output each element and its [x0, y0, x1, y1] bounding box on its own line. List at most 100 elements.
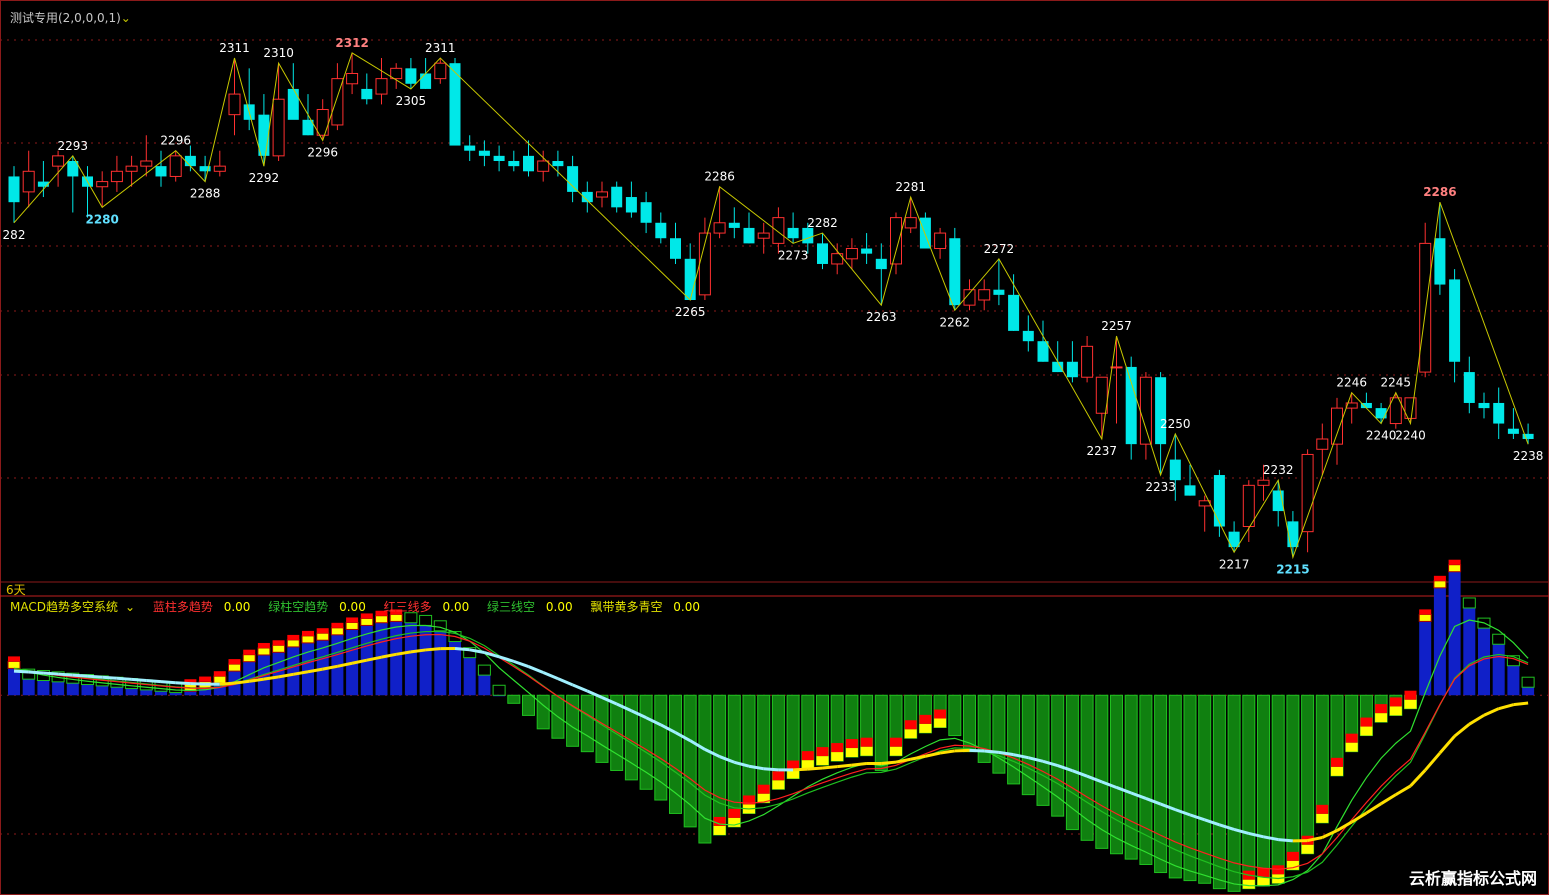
macd-cap-red: [845, 739, 858, 749]
candle-down: [611, 186, 623, 208]
macd-cap-green: [477, 664, 491, 676]
macd-cap-yellow: [890, 746, 902, 756]
candle-down: [728, 222, 740, 228]
macd-cap-red: [331, 622, 344, 628]
chevron-down-icon[interactable]: ⌄: [121, 11, 131, 25]
candle-down: [670, 238, 681, 259]
macd-ribbon-segment: [763, 767, 779, 772]
macd-bar-negative: [874, 694, 888, 771]
pivot-label: 2238: [1513, 449, 1544, 463]
candle-down: [625, 197, 637, 213]
pivot-label: 2305: [396, 94, 427, 108]
macd-bar-positive: [66, 683, 79, 696]
macd-header[interactable]: MACD趋势多空系统 ⌄ 蓝柱多趋势 0.00 绿柱空趋势 0.00 红三线多 0…: [10, 598, 714, 615]
macd-ribbon-segment: [102, 675, 118, 680]
macd-bar-negative: [1286, 694, 1300, 871]
macd-cap-yellow: [904, 729, 917, 739]
candle-up: [52, 155, 65, 167]
macd-bar-negative: [1051, 694, 1065, 817]
macd-cap-red: [346, 617, 359, 623]
macd-ribbon-segment: [793, 767, 808, 772]
macd-cap-yellow: [301, 635, 315, 644]
indicator-title[interactable]: 测试专用(2,0,0,0,1): [10, 11, 121, 25]
macd-cap-yellow: [1375, 713, 1388, 723]
indicator-header[interactable]: 测试专用(2,0,0,0,1)⌄: [10, 9, 131, 26]
pivot-label: 2257: [1101, 319, 1132, 333]
macd-bar-negative: [1007, 694, 1021, 785]
macd-cap-yellow: [228, 663, 241, 672]
candle-up: [316, 109, 329, 136]
macd-ribbon-segment: [13, 669, 29, 674]
macd-cap-red: [1286, 851, 1299, 861]
macd-cap-green: [1462, 597, 1476, 609]
candle-down: [875, 258, 887, 270]
candle-down: [567, 166, 579, 192]
candle-down: [1008, 294, 1020, 331]
macd-ribbon-segment: [1498, 703, 1514, 711]
candle-up: [22, 170, 35, 193]
macd-cap-red: [787, 760, 800, 770]
candle-down: [493, 155, 505, 161]
macd-bar-negative: [683, 694, 697, 828]
macd-ribbon-segment: [87, 674, 103, 679]
macd-ribbon-segment: [527, 665, 544, 674]
macd-ribbon-segment: [984, 749, 1000, 754]
macd-bar-positive: [419, 625, 432, 696]
pivot-label: 2288: [190, 187, 221, 201]
macd-cap-red: [757, 784, 770, 794]
macd-cap-yellow: [286, 639, 300, 648]
candle-down: [1184, 485, 1196, 496]
candle-down: [993, 289, 1005, 295]
pivot-label: 2311: [219, 41, 250, 55]
macd-cap-red: [1433, 575, 1446, 581]
macd-bar-negative: [1110, 694, 1123, 855]
pivot-label: 2286: [1423, 185, 1456, 199]
macd-cap-red: [8, 656, 20, 662]
candle-up: [272, 98, 285, 157]
candle-up: [1257, 479, 1270, 486]
macd-bar-negative: [1154, 694, 1168, 874]
candle-up: [110, 170, 123, 183]
macd-cap-yellow: [1301, 844, 1314, 854]
macd-cap-yellow: [1404, 699, 1417, 709]
macd-cap-yellow: [345, 621, 359, 630]
candle-down: [405, 68, 417, 84]
macd-ribbon-segment: [57, 672, 73, 677]
macd-cap-yellow: [316, 632, 330, 641]
macd-ribbon-segment: [1438, 735, 1456, 755]
pivot-label: 2293: [58, 139, 89, 153]
macd-cap-red: [1257, 867, 1270, 877]
macd-cap-red: [816, 747, 829, 757]
macd-title[interactable]: MACD趋势多空系统 ⌄: [10, 600, 142, 614]
pivot-label: 2312: [335, 36, 368, 50]
macd-cap-yellow: [713, 825, 726, 835]
candle-down: [1022, 330, 1034, 342]
candle-down: [743, 227, 755, 244]
macd-bar-negative: [1095, 694, 1109, 849]
pivot-label: 2262: [940, 315, 971, 329]
macd-cap-red: [1389, 697, 1402, 707]
macd-cap-red: [316, 628, 329, 634]
macd-cap-red: [1448, 559, 1461, 565]
candle-up: [375, 78, 388, 95]
macd-ribbon-segment: [910, 754, 926, 761]
macd-ribbon-segment: [572, 683, 588, 693]
macd-cap-yellow: [242, 654, 256, 663]
macd-bar-positive: [1478, 628, 1490, 696]
candle-down: [37, 181, 49, 187]
macd-cap-yellow: [1316, 813, 1329, 823]
macd-cap-yellow: [213, 675, 227, 684]
macd-ribbon-segment: [72, 673, 88, 678]
macd-bar-negative: [595, 694, 609, 763]
candle-down: [8, 176, 20, 203]
macd-cap-yellow: [1389, 706, 1402, 716]
macd-bar-negative: [948, 694, 962, 737]
pivot-label: 2240: [1366, 429, 1397, 443]
macd-cap-green: [419, 614, 433, 626]
macd-cap-yellow: [1257, 876, 1270, 886]
candle-down: [1478, 402, 1490, 409]
macd-bar-negative: [536, 694, 550, 730]
macd-ribbon-segment: [939, 749, 956, 755]
candle-up: [713, 222, 726, 234]
macd-ribbon-segment: [1395, 784, 1412, 796]
